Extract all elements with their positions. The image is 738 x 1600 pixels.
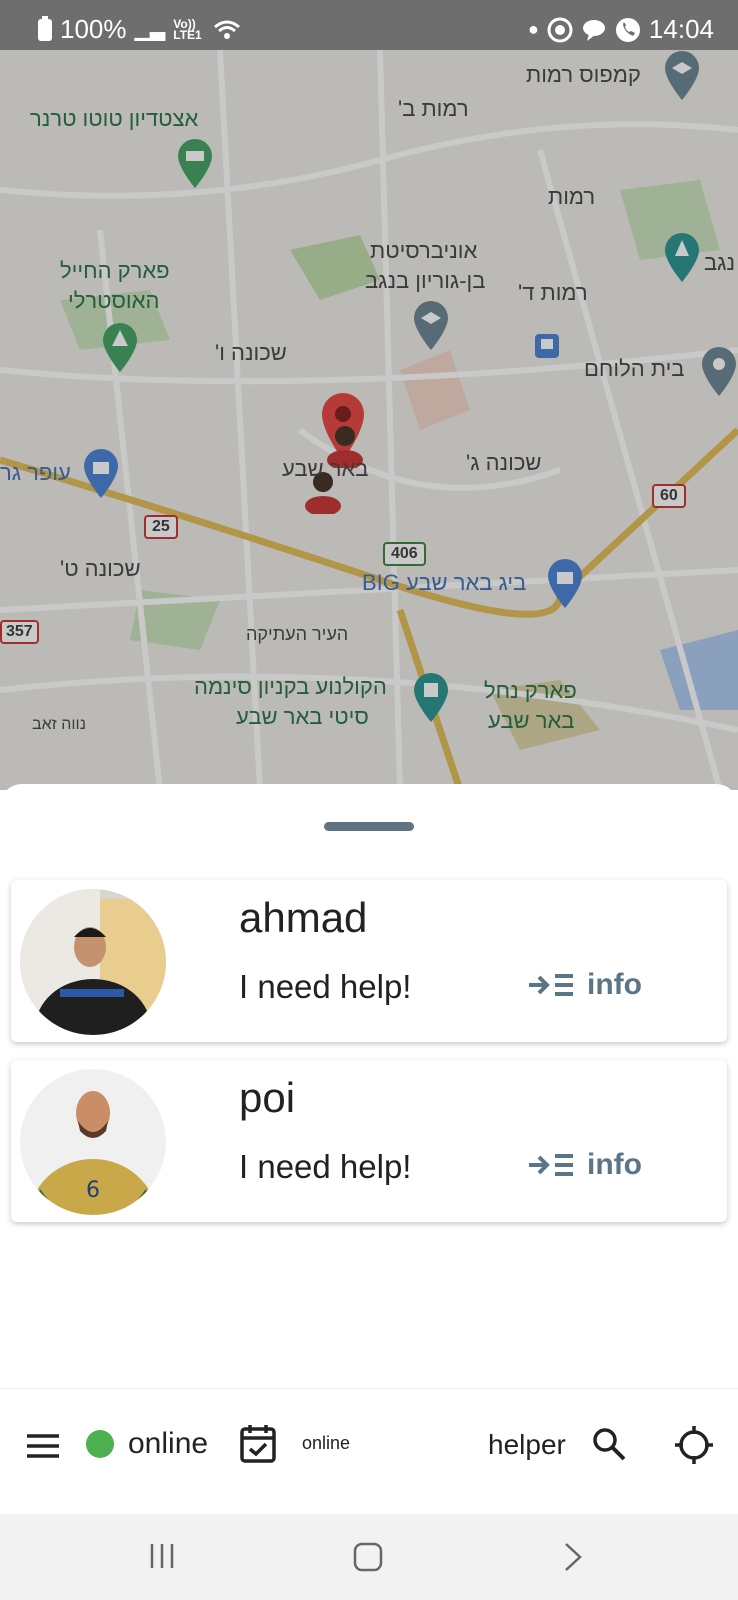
- avatar: 6: [20, 1069, 166, 1215]
- battery-level: 100%: [60, 14, 127, 44]
- wifi-icon: [214, 20, 241, 39]
- requester-name: ahmad: [239, 894, 368, 941]
- bottom-sheet: ahmad I need help! info 6 poi I need hel…: [0, 784, 738, 1464]
- chat-icon: [582, 19, 605, 41]
- schedule-button[interactable]: online: [240, 1423, 350, 1463]
- info-label: info: [587, 968, 642, 1001]
- avatar: [20, 889, 166, 1035]
- map-dim-overlay: [0, 50, 738, 790]
- info-button[interactable]: info: [527, 1148, 642, 1182]
- request-message: I need help!: [239, 968, 412, 1005]
- request-message: I need help!: [239, 1148, 412, 1185]
- role-text: helper: [488, 1429, 566, 1460]
- sheet-drag-handle[interactable]: [324, 822, 414, 831]
- calendar-check-icon: [240, 1425, 276, 1463]
- status-left: 100% ▁▃ Vo)) LTE1: [38, 14, 241, 45]
- crosshair-location-icon: [675, 1426, 713, 1464]
- bottom-app-bar: online online helper: [0, 1388, 738, 1513]
- requester-name: poi: [239, 1074, 296, 1121]
- svg-text:6: 6: [86, 1178, 100, 1203]
- home-icon[interactable]: [353, 1542, 383, 1572]
- dot-icon: ●: [528, 19, 539, 39]
- signal-icon: ▁▃: [134, 19, 166, 41]
- search-button[interactable]: [592, 1427, 626, 1461]
- whatsapp-icon: [547, 17, 573, 42]
- status-bar: 100% ▁▃ Vo)) LTE1 ● 14:04: [0, 0, 738, 50]
- battery-icon: [38, 15, 52, 41]
- online-status-label: online: [128, 1427, 209, 1460]
- my-location-button[interactable]: [674, 1425, 714, 1465]
- request-card[interactable]: ahmad I need help! info: [11, 880, 727, 1042]
- role-label: helper: [488, 1429, 566, 1461]
- menu-button[interactable]: [26, 1433, 60, 1459]
- search-icon: [593, 1428, 626, 1461]
- recent-apps-icon[interactable]: [148, 1542, 176, 1570]
- map-view[interactable]: 25 406 60 357 קמפוס רמות רמות ב' אצטדיון…: [0, 50, 738, 790]
- request-card[interactable]: 6 poi I need help! info: [11, 1060, 727, 1222]
- signal-label: Vo)) LTE1: [173, 16, 202, 42]
- schedule-status-label: online: [302, 1432, 351, 1453]
- clock: 14:04: [648, 14, 714, 44]
- system-navigation-bar: [0, 1514, 738, 1600]
- hamburger-menu-icon: [27, 1434, 59, 1458]
- info-label: info: [587, 1148, 642, 1181]
- info-list-icon: [529, 974, 573, 996]
- back-icon[interactable]: [562, 1542, 584, 1572]
- info-list-icon: [529, 1154, 573, 1176]
- online-status-toggle[interactable]: online: [86, 1427, 208, 1461]
- phone-icon: [615, 17, 640, 42]
- status-dot-icon: [86, 1430, 114, 1458]
- info-button[interactable]: info: [527, 968, 642, 1002]
- status-right: ● 14:04: [528, 14, 714, 45]
